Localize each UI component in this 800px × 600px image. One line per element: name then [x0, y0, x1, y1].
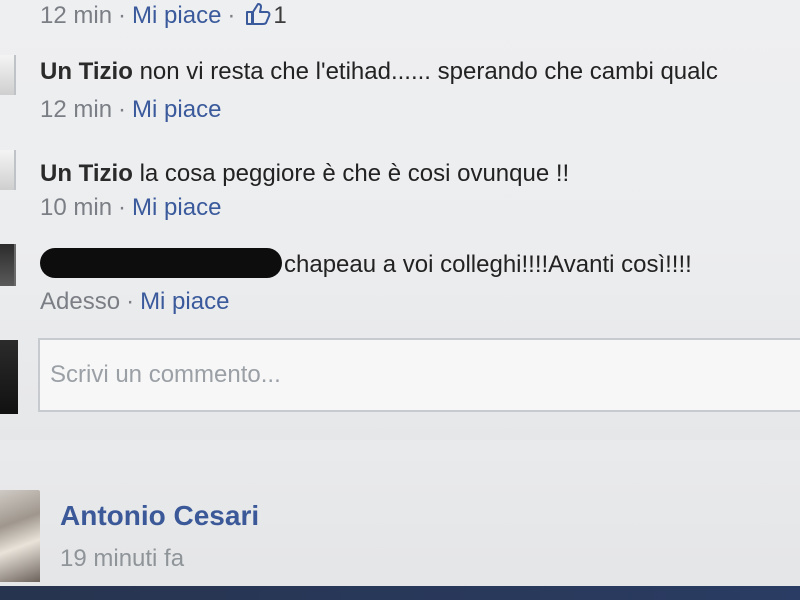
comment-text: chapeau a voi colleghi!!!!Avanti così!!!…	[284, 251, 692, 278]
comment-input[interactable]	[40, 340, 800, 410]
avatar[interactable]	[0, 150, 16, 190]
comment-time: 10 min	[40, 194, 113, 221]
avatar[interactable]	[0, 490, 40, 582]
like-link[interactable]: Mi piace	[132, 96, 221, 123]
comment-1: Un Tizio non vi resta che l'etihad......…	[40, 58, 718, 86]
avatar[interactable]	[0, 244, 16, 286]
comment-text: non vi resta che l'etihad...... sperando…	[139, 58, 718, 85]
comment-meta-top: 12 min · Mi piace · 1	[40, 2, 287, 30]
thumbs-up-icon[interactable]	[245, 2, 271, 26]
meta-separator: ·	[126, 288, 135, 315]
post-author-name[interactable]: Antonio Cesari	[60, 500, 259, 532]
comment-3-meta: Adesso · Mi piace	[40, 288, 229, 316]
meta-separator: ·	[118, 194, 127, 221]
comment-3: chapeau a voi colleghi!!!!Avanti così!!!…	[40, 248, 692, 279]
comment-text: la cosa peggiore è che è cosi ovunque !!	[139, 160, 570, 187]
redacted-author	[40, 248, 282, 278]
meta-separator: ·	[118, 96, 127, 123]
post-timestamp[interactable]: 19 minuti fa	[60, 545, 184, 573]
meta-separator: ·	[227, 2, 236, 29]
comment-time: Adesso	[40, 288, 121, 315]
meta-separator: ·	[118, 2, 127, 29]
comment-time: 12 min	[40, 2, 113, 29]
comment-2-meta: 10 min · Mi piace	[40, 194, 221, 222]
comment-author[interactable]: Un Tizio	[40, 160, 133, 187]
like-count: 1	[273, 2, 287, 29]
avatar[interactable]	[0, 55, 16, 95]
comment-time: 12 min	[40, 96, 113, 123]
comment-composer[interactable]	[38, 338, 800, 412]
comment-author[interactable]: Un Tizio	[40, 58, 133, 85]
bottom-bar	[0, 586, 800, 600]
like-link[interactable]: Mi piace	[132, 194, 221, 221]
comment-2: Un Tizio la cosa peggiore è che è cosi o…	[40, 160, 569, 188]
like-link[interactable]: Mi piace	[132, 2, 221, 29]
avatar	[0, 340, 18, 414]
comment-1-meta: 12 min · Mi piace	[40, 96, 221, 124]
like-link[interactable]: Mi piace	[140, 288, 229, 315]
